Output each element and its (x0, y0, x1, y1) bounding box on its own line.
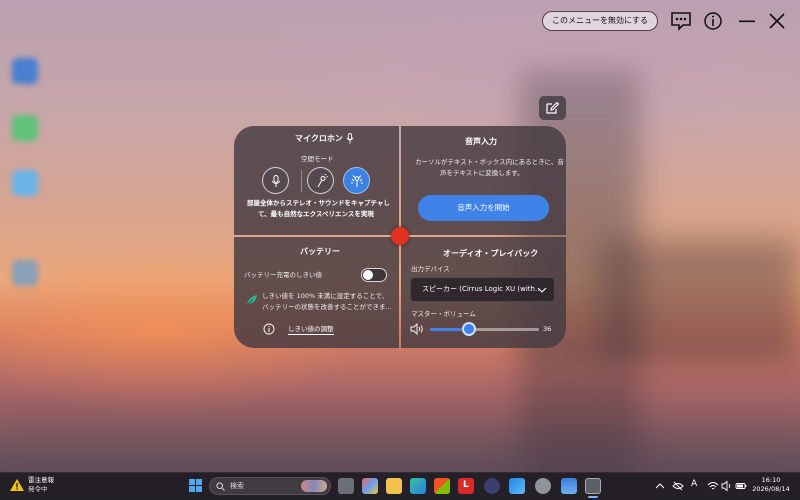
task-view-icon[interactable] (338, 478, 354, 494)
volume-icon[interactable] (721, 480, 733, 492)
feedback-icon[interactable] (670, 10, 692, 32)
vscode-icon[interactable] (509, 478, 525, 494)
search-icon (216, 482, 225, 491)
weather-line2: 発令中 (28, 485, 48, 493)
volume-value: 36 (543, 325, 552, 333)
mode-single-voice-button[interactable] (262, 167, 289, 194)
master-volume-label: マスター・ボリューム (411, 310, 476, 318)
mode-description-line2: て、最も自然なエクスペリエンスを実現 (258, 210, 374, 218)
ime-indicator[interactable]: A (691, 479, 697, 489)
desktop-icon[interactable] (12, 115, 38, 141)
threshold-tip-line2: バッテリーの状態を改善することができま... (262, 303, 392, 311)
microphone-icon (271, 175, 281, 187)
app-icon[interactable] (484, 478, 500, 494)
photos-icon[interactable] (561, 478, 577, 494)
wifi-icon[interactable] (707, 480, 719, 492)
weather-line1: 雷注意報 (28, 476, 54, 484)
windows-start-icon[interactable] (188, 478, 203, 493)
wallpaper-water (0, 360, 800, 470)
start-voice-input-button[interactable]: 音声入力を開始 (418, 195, 549, 221)
speaker-icon[interactable] (410, 323, 424, 335)
audio-playback-title: オーディオ・プレイバック (443, 249, 539, 258)
mode-room-button[interactable] (343, 167, 370, 194)
close-icon[interactable] (766, 10, 788, 32)
disable-menu-button[interactable]: このメニューを無効にする (542, 11, 658, 31)
chevron-down-icon (537, 287, 547, 293)
menu-center-handle[interactable] (391, 227, 409, 245)
edge-icon[interactable] (410, 478, 426, 494)
edit-layout-button[interactable] (539, 96, 566, 120)
threshold-label: バッテリー充電のしきい値 (244, 271, 322, 279)
voice-input-title: 音声入力 (465, 137, 497, 146)
toggle-knob (363, 270, 373, 280)
edit-icon (546, 101, 560, 114)
output-device-label: 出力デバイス (411, 265, 450, 273)
taskbar-clock[interactable]: 16:10 2026/08/14 (746, 476, 796, 494)
file-explorer-icon[interactable] (386, 478, 402, 494)
chevron-up-icon[interactable] (654, 480, 666, 492)
copilot-icon[interactable] (362, 478, 378, 494)
clock-time: 16:10 (761, 476, 781, 484)
voice-input-description-line2: 声をテキストに変換します。 (440, 169, 524, 177)
active-app-icon[interactable] (585, 478, 601, 494)
room-mic-icon (351, 175, 363, 187)
threshold-tip-line1: しきい値を 100% 未満に設定することで、 (262, 292, 389, 300)
volume-slider-track[interactable] (430, 328, 539, 331)
output-device-dropdown[interactable]: スピーカー (Cirrus Logic XU (with... (410, 277, 555, 302)
search-highlight-image (301, 480, 327, 492)
voice-input-description-line1: カーソルがテキスト・ボックス内にあるときに、音 (415, 158, 564, 166)
info-icon[interactable] (702, 10, 724, 32)
desktop-icon[interactable] (12, 170, 38, 196)
info-icon[interactable] (263, 323, 275, 335)
spatial-mode-label: 空間モード (301, 155, 334, 163)
desktop-icon[interactable] (12, 58, 38, 84)
battery-title: バッテリー (300, 247, 340, 256)
adjust-threshold-link[interactable]: しきい値の調整 (288, 324, 334, 335)
active-indicator (588, 496, 598, 498)
mode-directional-button[interactable] (307, 167, 334, 194)
threshold-toggle[interactable] (361, 268, 387, 282)
settings-icon[interactable] (535, 478, 551, 494)
desktop-icon[interactable] (12, 260, 38, 286)
mode-description-line1: 部屋全体からステレオ・サウンドをキャプチャし (247, 199, 390, 207)
minimize-icon[interactable] (736, 10, 758, 32)
clock-date: 2026/08/14 (752, 485, 790, 493)
wallpaper-structure (600, 240, 800, 370)
mode-divider (301, 170, 302, 192)
eye-slash-icon[interactable] (672, 480, 684, 492)
taskbar-search[interactable]: 検索 (209, 477, 331, 495)
directional-mic-icon (317, 174, 328, 188)
search-placeholder: 検索 (230, 482, 244, 490)
store-icon[interactable] (434, 478, 450, 494)
microphone-icon (346, 133, 354, 144)
output-device-value: スピーカー (Cirrus Logic XU (with... (422, 285, 542, 293)
leaf-icon (246, 295, 257, 306)
lenovo-icon[interactable]: L (458, 478, 474, 494)
microphone-title: マイクロホン (295, 134, 343, 143)
weather-warning-icon[interactable] (9, 478, 25, 492)
